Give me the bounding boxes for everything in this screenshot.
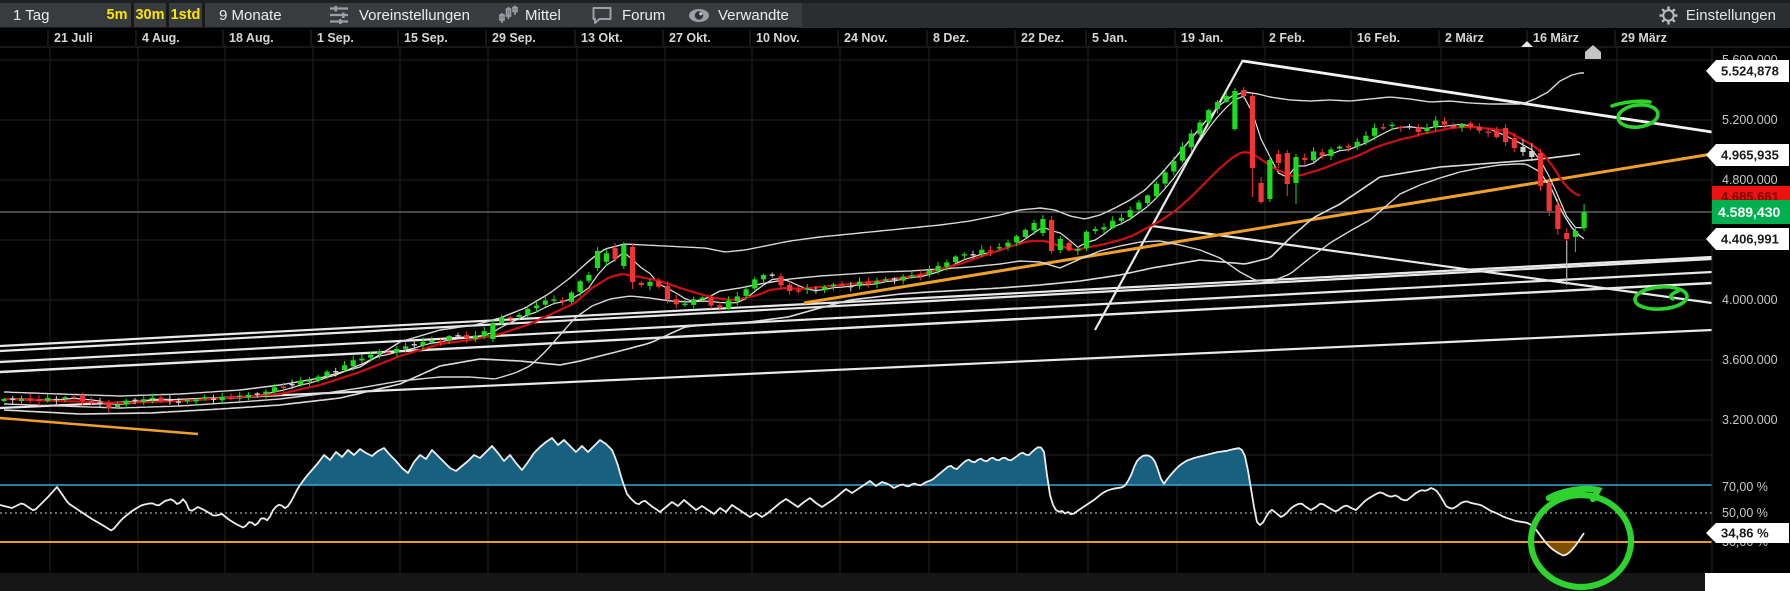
svg-text:4.406,991: 4.406,991 xyxy=(1721,232,1779,247)
svg-text:16 März: 16 März xyxy=(1533,31,1579,45)
svg-text:4.000.000: 4.000.000 xyxy=(1722,293,1778,307)
svg-text:29 März: 29 März xyxy=(1621,31,1667,45)
svg-text:8 Dez.: 8 Dez. xyxy=(933,31,969,45)
svg-text:24 Nov.: 24 Nov. xyxy=(844,31,888,45)
svg-text:19 Jan.: 19 Jan. xyxy=(1181,31,1223,45)
svg-text:13 Okt.: 13 Okt. xyxy=(581,31,623,45)
svg-text:5.524,878: 5.524,878 xyxy=(1721,64,1779,79)
svg-text:15 Sep.: 15 Sep. xyxy=(404,31,448,45)
svg-text:27 Okt.: 27 Okt. xyxy=(669,31,711,45)
svg-text:4 Aug.: 4 Aug. xyxy=(142,31,180,45)
svg-text:18 Aug.: 18 Aug. xyxy=(229,31,274,45)
svg-text:70,00 %: 70,00 % xyxy=(1722,480,1768,494)
svg-text:4.589,430: 4.589,430 xyxy=(1718,204,1780,220)
svg-text:4.965,935: 4.965,935 xyxy=(1721,148,1779,163)
svg-text:3.200.000: 3.200.000 xyxy=(1722,413,1778,427)
svg-text:29 Sep.: 29 Sep. xyxy=(492,31,536,45)
svg-text:5.200.000: 5.200.000 xyxy=(1722,113,1778,127)
svg-text:4.800.000: 4.800.000 xyxy=(1722,173,1778,187)
svg-text:5 Jan.: 5 Jan. xyxy=(1092,31,1127,45)
svg-text:50,00 %: 50,00 % xyxy=(1722,506,1768,520)
svg-text:34,86 %: 34,86 % xyxy=(1721,526,1769,541)
svg-text:2 Feb.: 2 Feb. xyxy=(1269,31,1305,45)
svg-text:1 Sep.: 1 Sep. xyxy=(317,31,354,45)
svg-text:3.600.000: 3.600.000 xyxy=(1722,353,1778,367)
svg-text:16 Feb.: 16 Feb. xyxy=(1357,31,1400,45)
svg-text:22 Dez.: 22 Dez. xyxy=(1021,31,1064,45)
svg-text:10 Nov.: 10 Nov. xyxy=(756,31,800,45)
svg-text:2 März: 2 März xyxy=(1445,31,1484,45)
svg-text:21 Juli: 21 Juli xyxy=(54,31,93,45)
